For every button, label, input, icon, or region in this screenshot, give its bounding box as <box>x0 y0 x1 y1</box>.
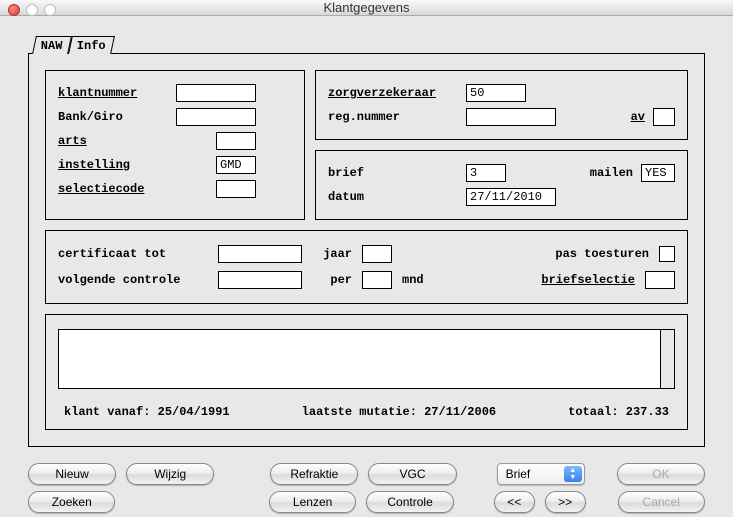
arts-label: arts <box>58 134 168 148</box>
klantvanaf-label: klant vanaf: <box>64 405 150 419</box>
group-wide: certificaat tot jaar pas toesturen volge… <box>45 230 688 304</box>
notes-textarea[interactable] <box>58 329 675 389</box>
arts-input[interactable] <box>216 132 256 150</box>
chevron-updown-icon: ▲▼ <box>564 466 582 482</box>
klantnummer-label: klantnummer <box>58 86 168 100</box>
datum-label: datum <box>328 190 458 204</box>
selectiecode-input[interactable] <box>216 180 256 198</box>
datum-input[interactable] <box>466 188 556 206</box>
laatste-value: 27/11/2006 <box>424 405 496 419</box>
regnr-input[interactable] <box>466 108 556 126</box>
regnr-label: reg.nummer <box>328 110 458 124</box>
totaal-label: totaal: <box>568 405 618 419</box>
pas-checkbox[interactable] <box>659 246 675 262</box>
tab-info[interactable]: Info <box>68 36 115 54</box>
cert-input[interactable] <box>218 245 302 263</box>
vc-label: volgende controle <box>58 273 208 287</box>
refraktie-button[interactable]: Refraktie <box>270 463 358 485</box>
bankgiro-label: Bank/Giro <box>58 110 168 124</box>
titlebar: Klantgegevens <box>0 0 733 16</box>
pas-label: pas toesturen <box>555 247 649 261</box>
klantvanaf-value: 25/04/1991 <box>158 405 230 419</box>
tab-naw[interactable]: NAW <box>32 36 71 54</box>
brief-input[interactable] <box>466 164 506 182</box>
vgc-button[interactable]: VGC <box>368 463 456 485</box>
window-title: Klantgegevens <box>8 0 725 15</box>
zoom-icon[interactable] <box>44 4 56 16</box>
per-input[interactable] <box>362 271 392 289</box>
group-left: klantnummer Bank/Giro arts instelli <box>45 70 305 220</box>
ok-button[interactable]: OK <box>617 463 705 485</box>
per-label: per <box>312 273 352 287</box>
group-notes: klant vanaf: 25/04/1991 laatste mutatie:… <box>45 314 688 430</box>
traffic-lights <box>8 4 56 16</box>
klantnummer-input[interactable] <box>176 84 256 102</box>
minimize-icon[interactable] <box>26 4 38 16</box>
laatste-label: laatste mutatie: <box>302 405 417 419</box>
button-bar: Nieuw Wijzig Refraktie VGC Brief ▲▼ OK Z… <box>0 457 733 517</box>
controle-button[interactable]: Controle <box>366 491 453 513</box>
lenzen-button[interactable]: Lenzen <box>269 491 356 513</box>
selectiecode-label: selectiecode <box>58 182 168 196</box>
cancel-button[interactable]: Cancel <box>618 491 705 513</box>
nieuw-button[interactable]: Nieuw <box>28 463 116 485</box>
window: Klantgegevens NAW Info klantnummer Bank/… <box>0 0 733 517</box>
briefsel-label: briefselectie <box>541 273 635 287</box>
jaar-input[interactable] <box>362 245 392 263</box>
brief-combo[interactable]: Brief ▲▼ <box>497 463 585 485</box>
totaal-value: 237.33 <box>626 405 669 419</box>
av-input[interactable] <box>653 108 675 126</box>
zorg-input[interactable] <box>466 84 526 102</box>
cert-label: certificaat tot <box>58 247 208 261</box>
bankgiro-input[interactable] <box>176 108 256 126</box>
footer-line: klant vanaf: 25/04/1991 laatste mutatie:… <box>58 405 675 419</box>
tab-strip: NAW Info <box>34 36 705 54</box>
wijzig-button[interactable]: Wijzig <box>126 463 214 485</box>
zorg-label: zorgverzekeraar <box>328 86 458 100</box>
jaar-label: jaar <box>312 247 352 261</box>
mailen-label: mailen <box>590 166 633 180</box>
close-icon[interactable] <box>8 4 20 16</box>
mailen-input[interactable] <box>641 164 675 182</box>
instelling-input[interactable] <box>216 156 256 174</box>
tab-panel-info: klantnummer Bank/Giro arts instelli <box>28 53 705 447</box>
instelling-label: instelling <box>58 158 168 172</box>
briefsel-input[interactable] <box>645 271 675 289</box>
av-label: av <box>631 110 645 124</box>
group-right-top: zorgverzekeraar reg.nummer av <box>315 70 688 140</box>
next-button[interactable]: >> <box>545 491 586 513</box>
group-right-bottom: brief mailen datum <box>315 150 688 220</box>
zoeken-button[interactable]: Zoeken <box>28 491 115 513</box>
mnd-label: mnd <box>402 273 424 287</box>
vc-input[interactable] <box>218 271 302 289</box>
brief-label: brief <box>328 166 458 180</box>
brief-combo-label: Brief <box>506 467 531 481</box>
prev-button[interactable]: << <box>494 491 535 513</box>
